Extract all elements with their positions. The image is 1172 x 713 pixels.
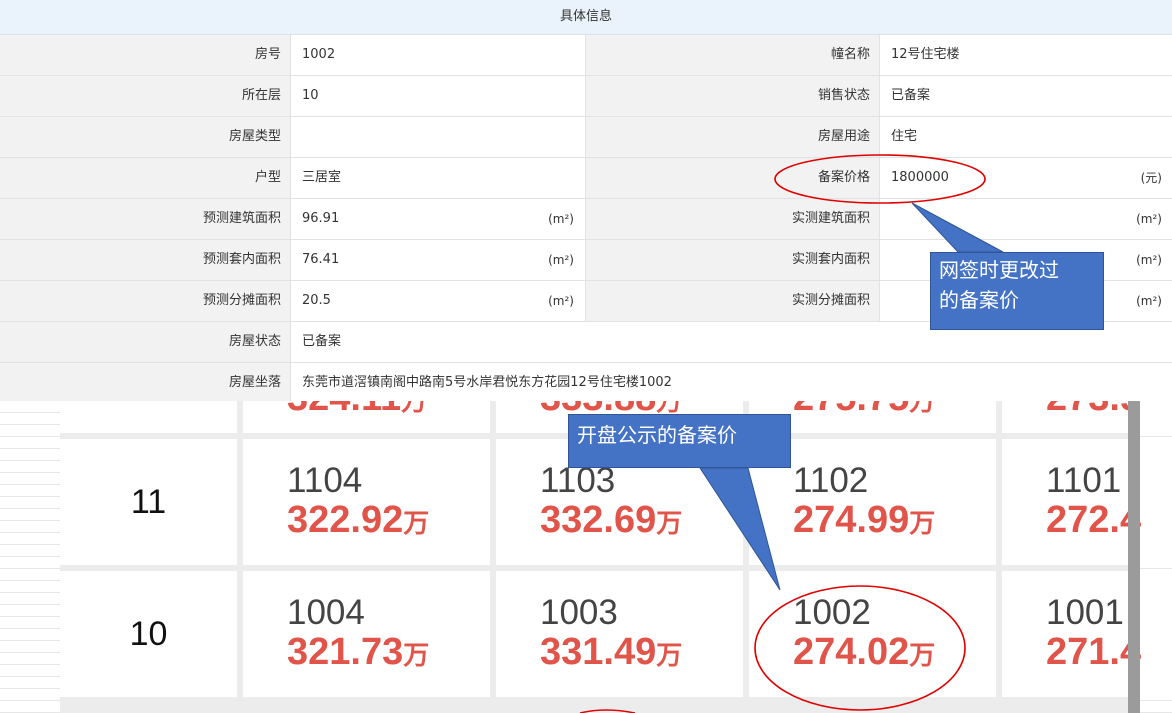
callout-top-line2: 的备案价 xyxy=(939,288,1019,312)
callout-pointer-top xyxy=(911,202,1004,253)
callout-pointer-bottom xyxy=(699,467,781,591)
callout-top-line1: 网签时更改过 xyxy=(939,258,1059,282)
highlight-ellipse-unit xyxy=(754,585,966,711)
annotation-layer xyxy=(579,154,1004,713)
highlight-ellipse-price xyxy=(774,154,986,204)
callout-top: 网签时更改过 的备案价 xyxy=(930,252,1104,330)
callout-bottom: 开盘公示的备案价 xyxy=(568,414,791,468)
